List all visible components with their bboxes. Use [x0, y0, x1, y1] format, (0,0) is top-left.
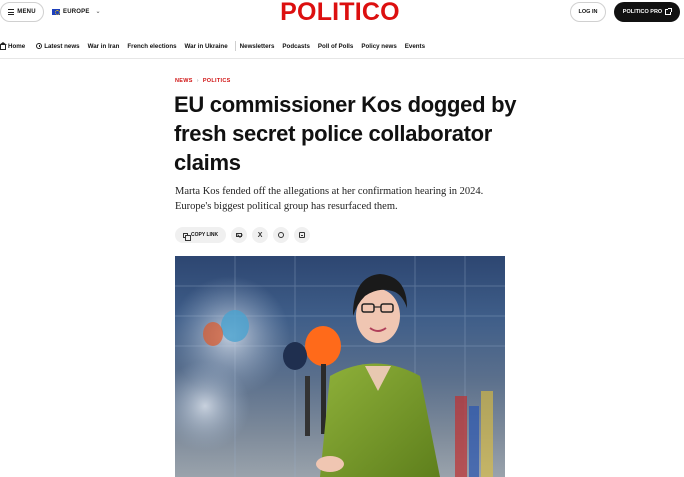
- nav-item-policy-news[interactable]: Policy news: [361, 43, 396, 50]
- politico-logo[interactable]: POLITICO: [273, 0, 407, 27]
- share-email-button[interactable]: [231, 227, 248, 243]
- menu-label: MENU: [17, 9, 36, 15]
- breadcrumb-politics[interactable]: POLITICS: [203, 78, 231, 84]
- article-headline: EU commissioner Kos dogged by fresh secr…: [174, 92, 517, 175]
- share-more-button[interactable]: [294, 227, 311, 243]
- pro-label: POLITICO PRO: [622, 9, 663, 15]
- external-link-icon: [665, 8, 673, 15]
- clock-icon: [36, 43, 43, 49]
- hamburger-icon: [8, 9, 15, 15]
- nav-divider: [234, 41, 236, 51]
- breadcrumb-separator-icon: ›: [196, 78, 199, 84]
- politico-pro-button[interactable]: POLITICO PRO: [614, 2, 680, 22]
- copy-icon: [183, 232, 191, 241]
- chevron-down-icon: ⌄: [95, 9, 101, 15]
- share-whatsapp-button[interactable]: [273, 227, 290, 243]
- edition-label: EUROPE: [63, 8, 90, 15]
- edition-selector[interactable]: EUROPE ⌄: [52, 8, 101, 15]
- nav-item-home[interactable]: Home: [0, 41, 26, 50]
- breadcrumb-news[interactable]: NEWS: [175, 78, 193, 84]
- hero-image: [175, 256, 505, 477]
- hero-image-illustration: [175, 256, 505, 477]
- home-icon: [0, 41, 7, 50]
- article-dek: Marta Kos fended off the allegations at …: [175, 186, 484, 212]
- nav-item-poll-of-polls[interactable]: Poll of Polls: [318, 43, 353, 50]
- login-button[interactable]: LOG IN: [570, 2, 606, 22]
- whatsapp-icon: [278, 232, 285, 238]
- nav-item-war-in-iran[interactable]: War in Iran: [88, 43, 120, 50]
- nav-item-podcasts[interactable]: Podcasts: [282, 43, 310, 50]
- nav-item-events[interactable]: Events: [405, 43, 425, 50]
- menu-button[interactable]: MENU: [0, 2, 44, 22]
- mail-icon: [236, 233, 243, 237]
- main-nav: Home Latest news War in Iran French elec…: [0, 38, 684, 54]
- nav-item-newsletters[interactable]: Newsletters: [240, 43, 275, 50]
- nav-item-label: Latest news: [44, 42, 80, 50]
- nav-item-war-in-ukraine[interactable]: War in Ukraine: [185, 43, 228, 50]
- nav-item-label: Home: [8, 42, 26, 50]
- nav-item-french-elections[interactable]: French elections: [127, 43, 176, 50]
- top-header: MENU EUROPE ⌄ POLITICO LOG IN POLITICO P…: [0, 0, 684, 34]
- print-icon: [299, 232, 306, 238]
- breadcrumb: NEWS › POLITICS: [175, 78, 231, 84]
- share-bar: COPY LINK X: [175, 227, 311, 243]
- nav-item-latest-news[interactable]: Latest news: [36, 42, 80, 50]
- share-x-button[interactable]: X: [252, 227, 269, 243]
- eu-flag-icon: [52, 8, 60, 15]
- x-icon: X: [257, 231, 263, 239]
- copy-link-button[interactable]: COPY LINK: [175, 227, 227, 243]
- copy-link-label: COPY LINK: [191, 232, 219, 238]
- header-divider: [0, 58, 684, 59]
